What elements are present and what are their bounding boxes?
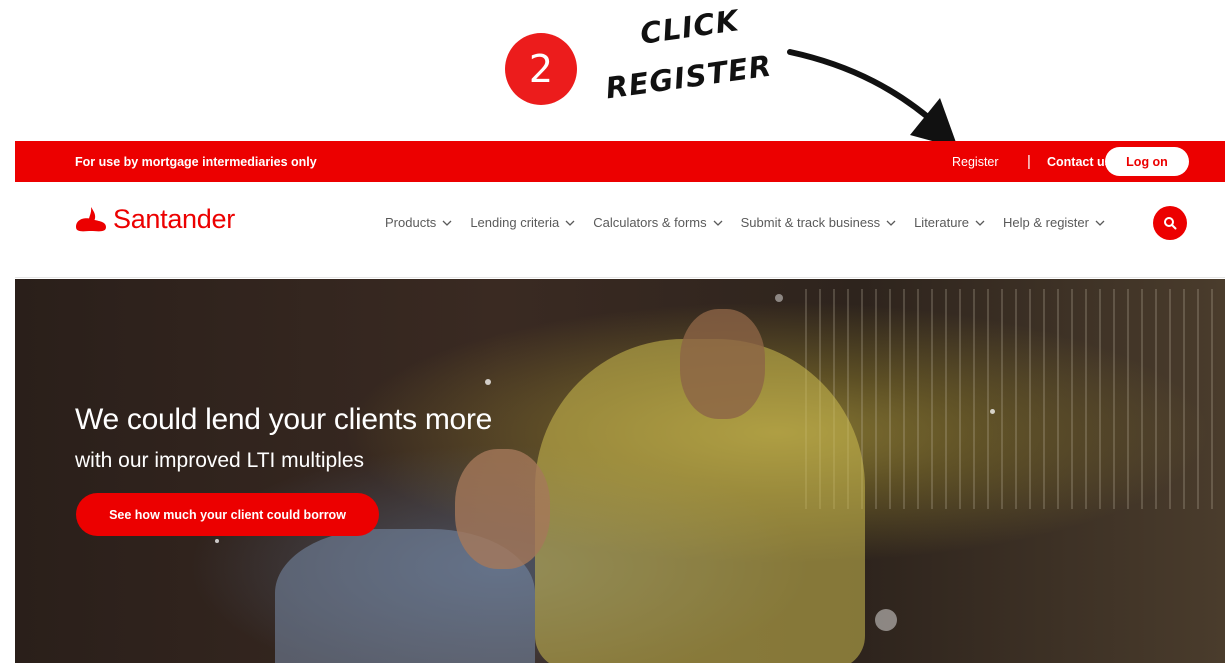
log-on-button[interactable]: Log on bbox=[1105, 147, 1189, 176]
hero-subtitle: with our improved LTI multiples bbox=[75, 449, 365, 472]
chevron-down-icon bbox=[1095, 220, 1105, 226]
annotation-arrow-icon bbox=[787, 49, 958, 148]
nav-item-lending-criteria[interactable]: Lending criteria bbox=[470, 215, 575, 230]
hero-background-fence bbox=[805, 289, 1225, 509]
nav-item-label: Lending criteria bbox=[470, 215, 560, 230]
main-navigation: Santander Products Lending criteria Calc… bbox=[15, 182, 1225, 278]
brand-name: Santander bbox=[113, 204, 235, 234]
nav-menu: Products Lending criteria Calculators & … bbox=[385, 215, 1123, 230]
hero-sparkle bbox=[215, 539, 219, 543]
search-button[interactable] bbox=[1153, 206, 1187, 240]
hero-sparkle bbox=[990, 409, 995, 414]
chevron-down-icon bbox=[442, 220, 452, 226]
topbar-divider: | bbox=[1027, 153, 1031, 170]
nav-item-label: Submit & track business bbox=[740, 215, 881, 230]
nav-item-label: Products bbox=[385, 215, 437, 230]
nav-item-help-register[interactable]: Help & register bbox=[1003, 215, 1105, 230]
hero-photo-figure bbox=[680, 309, 765, 419]
nav-item-label: Calculators & forms bbox=[593, 215, 707, 230]
nav-item-submit-track-business[interactable]: Submit & track business bbox=[741, 215, 896, 230]
search-icon bbox=[1164, 217, 1177, 230]
intermediaries-notice: For use by mortgage intermediaries only bbox=[75, 154, 317, 169]
top-bar: For use by mortgage intermediaries only … bbox=[15, 141, 1225, 182]
nav-item-products[interactable]: Products bbox=[385, 215, 452, 230]
hero-title: We could lend your clients more bbox=[75, 403, 493, 436]
register-link[interactable]: Register bbox=[952, 155, 999, 169]
borrow-calculator-button[interactable]: See how much your client could borrow bbox=[76, 493, 379, 536]
annotation-note-line1: CLICK bbox=[638, 3, 742, 51]
step-number-badge: 2 bbox=[505, 33, 577, 105]
nav-item-calculators-forms[interactable]: Calculators & forms bbox=[593, 215, 723, 230]
nav-item-literature[interactable]: Literature bbox=[914, 215, 985, 230]
chevron-down-icon bbox=[565, 220, 575, 226]
chevron-down-icon bbox=[975, 220, 985, 226]
santander-logo[interactable]: Santander bbox=[73, 204, 235, 235]
hero-sparkle bbox=[875, 609, 897, 631]
hero-sparkle bbox=[775, 294, 783, 302]
chevron-down-icon bbox=[713, 220, 723, 226]
nav-item-label: Help & register bbox=[1003, 215, 1089, 230]
hero-sparkle bbox=[485, 379, 491, 385]
contact-us-link[interactable]: Contact us bbox=[1047, 155, 1112, 169]
chevron-down-icon bbox=[886, 220, 896, 226]
flame-logo-icon bbox=[76, 206, 106, 231]
hero-banner: We could lend your clients more with our… bbox=[15, 279, 1225, 663]
annotation-note-line2: REGISTER bbox=[603, 48, 775, 106]
hero-photo-figure bbox=[455, 449, 550, 569]
nav-item-label: Literature bbox=[914, 215, 969, 230]
